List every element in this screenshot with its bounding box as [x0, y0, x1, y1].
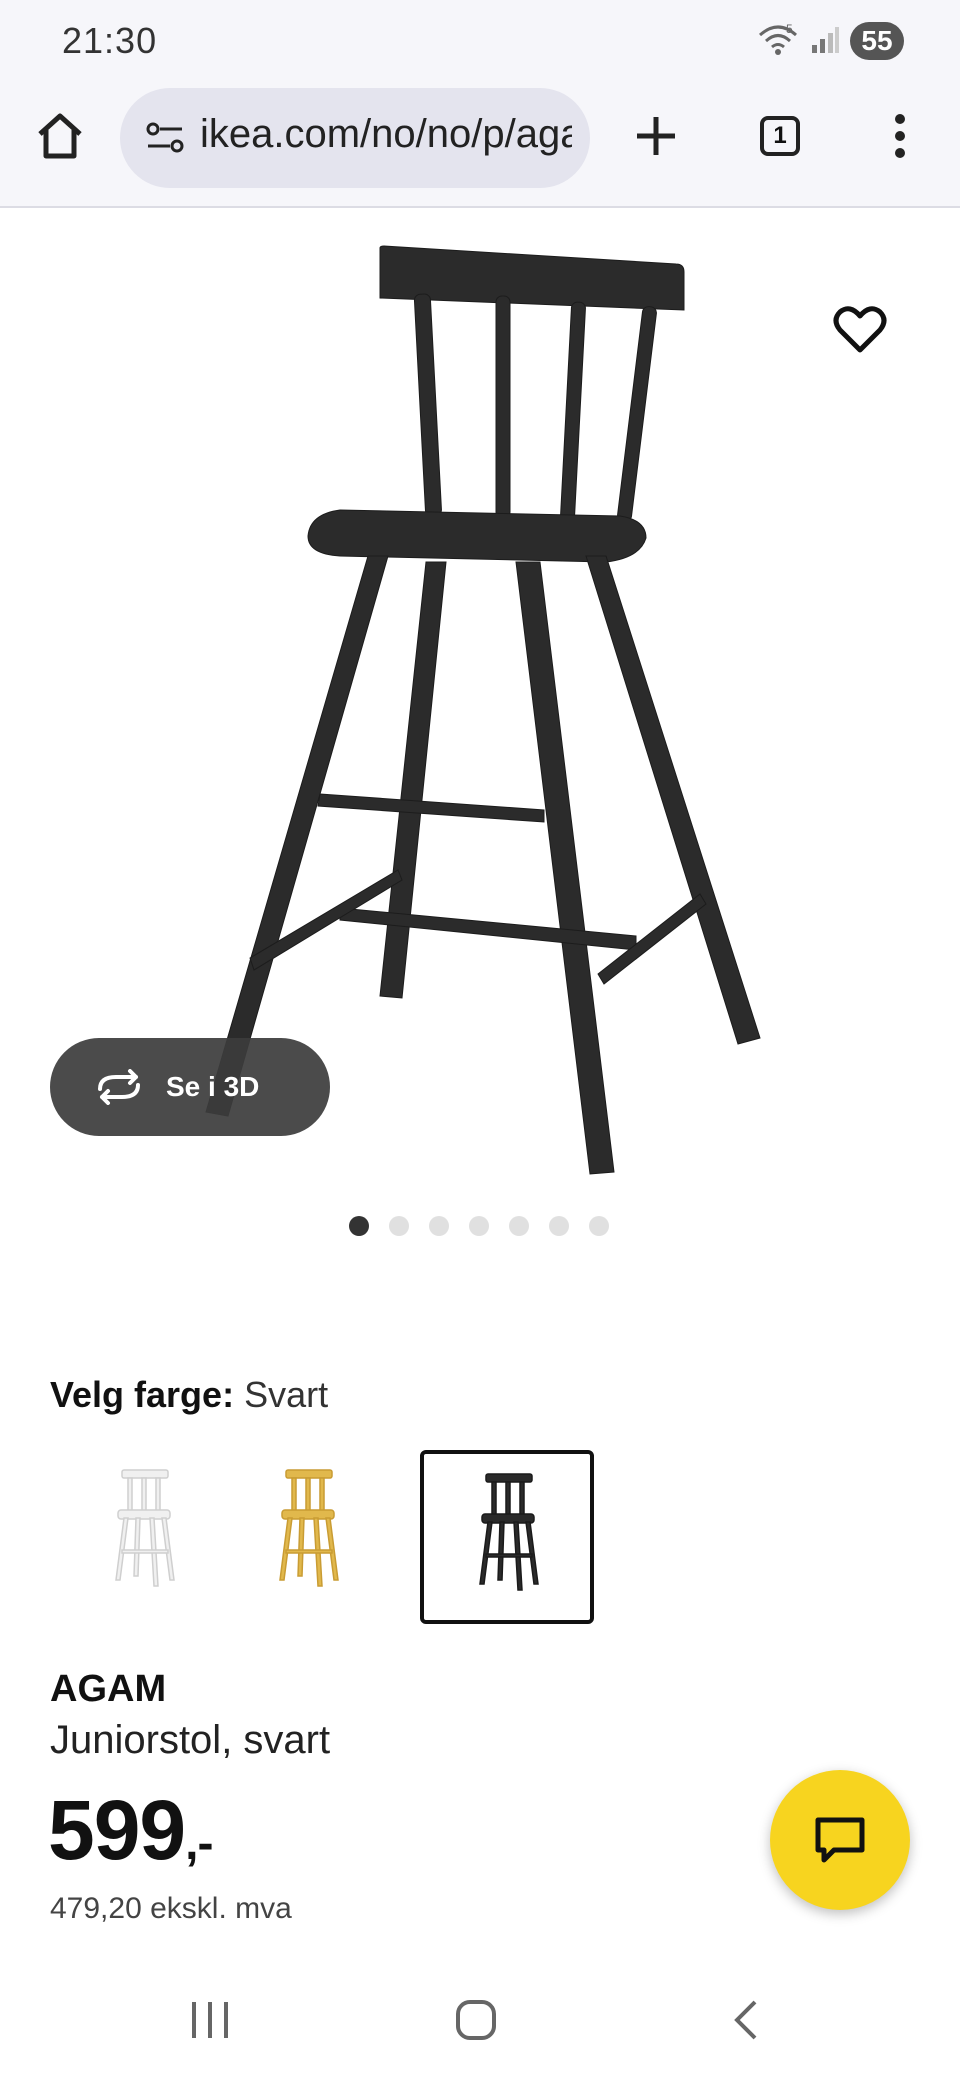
- back-icon: [734, 2000, 757, 2040]
- new-tab-button[interactable]: [624, 104, 688, 168]
- menu-button[interactable]: [868, 104, 932, 168]
- home-nav-button[interactable]: [436, 1990, 516, 2050]
- wifi-icon: 5: [756, 21, 800, 62]
- carousel-dot[interactable]: [349, 1216, 369, 1236]
- carousel-dot[interactable]: [509, 1216, 529, 1236]
- product-description: Juniorstol, svart: [50, 1718, 331, 1762]
- swatch-yellow[interactable]: [234, 1450, 408, 1624]
- home-nav-icon: [456, 2000, 496, 2040]
- url-text: ikea.com/no/no/p/agam-juniorstol: [200, 112, 572, 156]
- recent-apps-button[interactable]: [170, 1990, 250, 2050]
- image-carousel-dots: [349, 1216, 609, 1236]
- plus-icon: [637, 117, 675, 155]
- tab-count: 1: [760, 116, 800, 156]
- carousel-dot[interactable]: [389, 1216, 409, 1236]
- system-navigation-bar: [0, 1960, 960, 2080]
- address-bar[interactable]: ikea.com/no/no/p/agam-juniorstol: [120, 88, 590, 188]
- price-suffix: ,-: [185, 1817, 213, 1870]
- favorite-button[interactable]: [830, 300, 890, 360]
- carousel-dot[interactable]: [469, 1216, 489, 1236]
- back-button[interactable]: [706, 1990, 786, 2050]
- product-price: 599,-: [48, 1782, 213, 1879]
- signal-icon: [810, 23, 840, 60]
- recent-apps-icon: [192, 2002, 228, 2038]
- battery-indicator: 55: [850, 22, 904, 60]
- heart-icon: [833, 306, 887, 353]
- chat-icon: [815, 1817, 865, 1863]
- tab-switcher-button[interactable]: 1: [748, 104, 812, 168]
- swatch-white[interactable]: [50, 1450, 224, 1624]
- black-chair-thumbnail: [479, 1473, 539, 1591]
- color-label-value: Svart: [244, 1374, 329, 1415]
- price-value: 599: [48, 1783, 186, 1877]
- svg-text:5: 5: [786, 22, 793, 36]
- swatch-black[interactable]: [420, 1450, 594, 1624]
- rotate-3d-icon: [98, 1069, 140, 1105]
- carousel-dot[interactable]: [549, 1216, 569, 1236]
- home-icon: [38, 113, 82, 159]
- carousel-dot[interactable]: [589, 1216, 609, 1236]
- color-selection-label: Velg farge: Svart: [50, 1374, 328, 1416]
- see-in-3d-label: Se i 3D: [166, 1071, 260, 1102]
- color-label-key: Velg farge:: [50, 1374, 235, 1415]
- status-icons: 5 55: [756, 18, 904, 64]
- status-bar: 21:30 5 55: [0, 0, 960, 84]
- product-name: AGAM: [50, 1668, 167, 1710]
- yellow-chair-thumbnail: [279, 1469, 339, 1587]
- carousel-dot[interactable]: [429, 1216, 449, 1236]
- chat-button[interactable]: [770, 1770, 910, 1910]
- home-button[interactable]: [28, 104, 92, 168]
- price-excluding-vat: 479,20 ekskl. mva: [50, 1892, 292, 1925]
- site-settings-icon[interactable]: [142, 118, 188, 158]
- white-chair-thumbnail: [115, 1469, 175, 1587]
- browser-toolbar: ikea.com/no/no/p/agam-juniorstol 1: [0, 84, 960, 208]
- status-time: 21:30: [62, 20, 158, 61]
- more-vertical-icon: [895, 114, 905, 158]
- see-in-3d-button[interactable]: Se i 3D: [50, 1038, 330, 1136]
